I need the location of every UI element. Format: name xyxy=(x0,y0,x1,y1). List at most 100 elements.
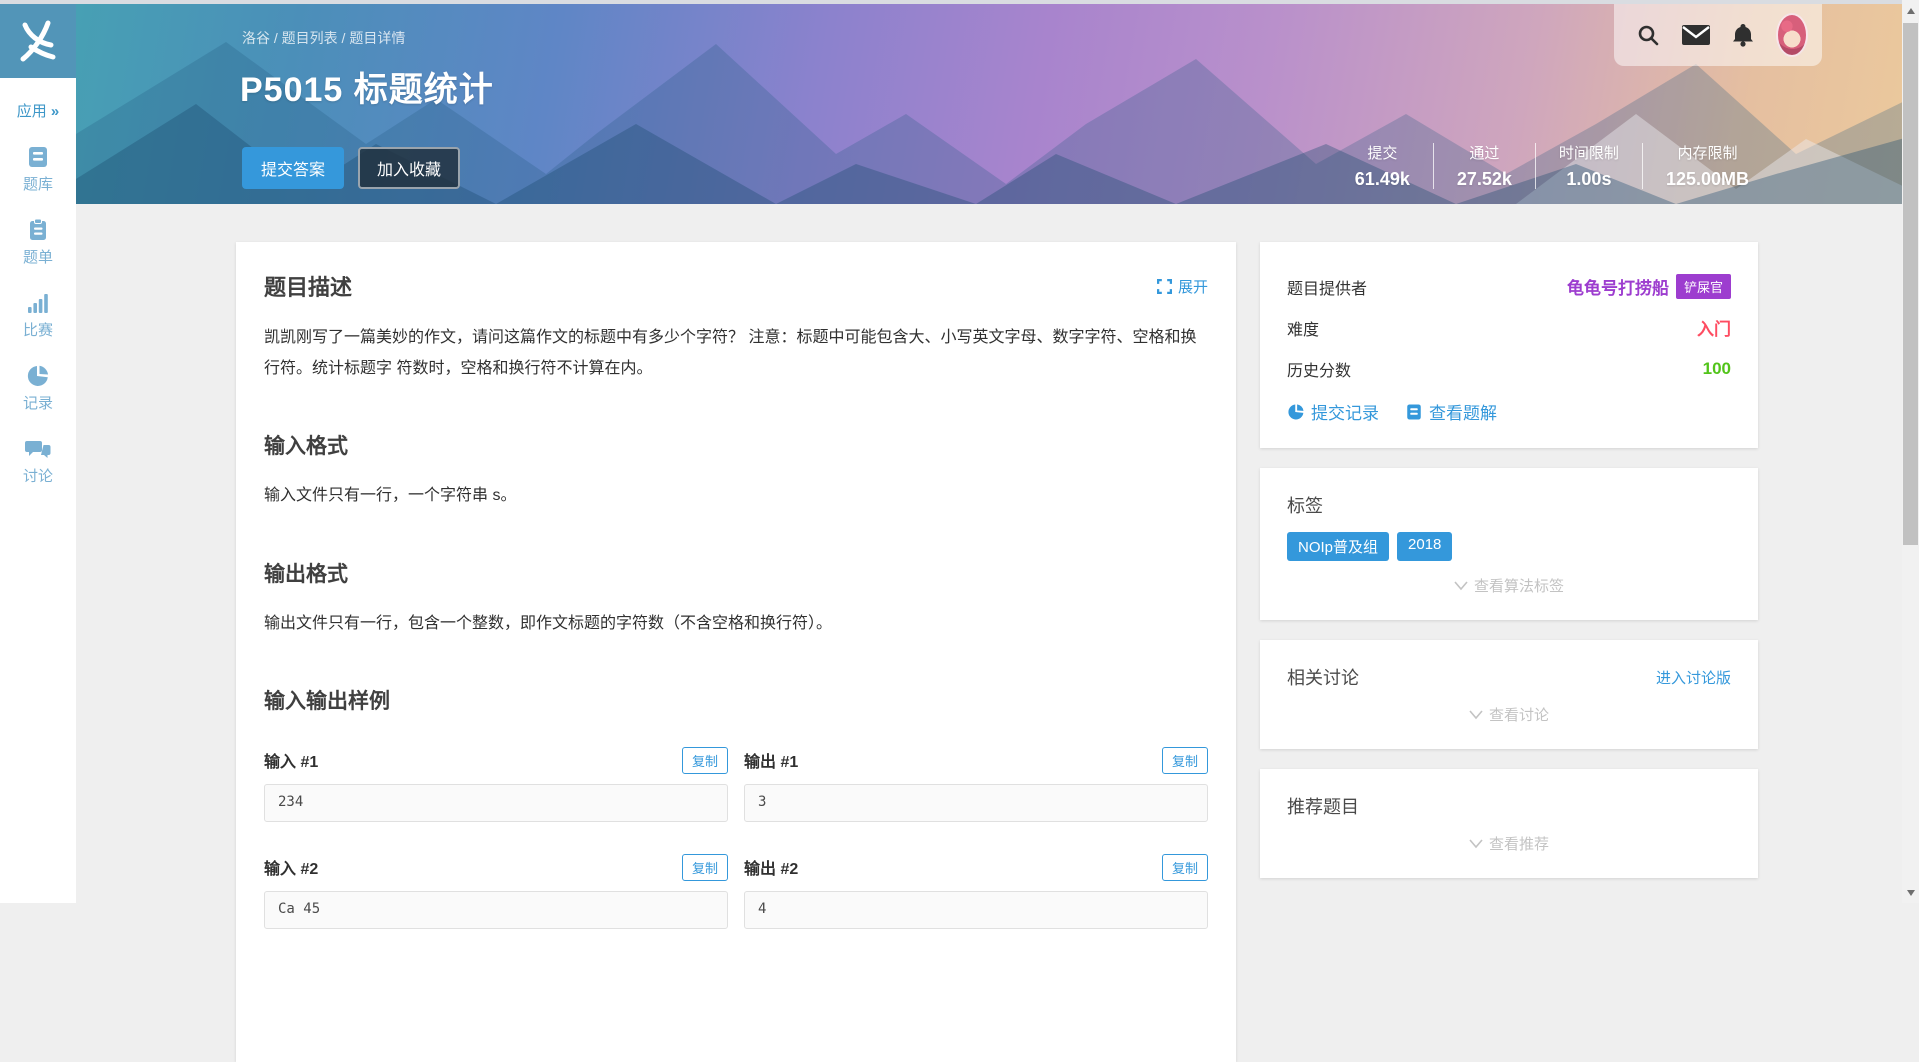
stat-value: 61.49k xyxy=(1355,169,1410,190)
samples-title: 输入输出样例 xyxy=(264,685,1208,715)
submit-answer-button[interactable]: 提交答案 xyxy=(242,147,344,189)
app-sidebar: 应用 » 题库 题单 xyxy=(0,4,76,903)
pie-chart-icon xyxy=(1287,403,1305,421)
sidebar-item-label: 记录 xyxy=(23,392,53,413)
sample-input-1: 输入 #1 复制 234 xyxy=(264,715,728,822)
sample-output-1-label: 输出 #1 xyxy=(744,748,798,772)
expand-label: 展开 xyxy=(1178,276,1208,297)
samples-grid: 输入 #1 复制 234 输出 #1 复制 3 输入 #2 复制 Ca 45 xyxy=(264,715,1208,929)
stat-value: 1.00s xyxy=(1559,169,1619,190)
sidebar-item-records[interactable]: 记录 xyxy=(0,364,76,413)
description-text: 凯凯刚写了一篇美妙的作文，请问这篇作文的标题中有多少个字符？ 注意：标题中可能包… xyxy=(264,322,1208,384)
sidebar-item-contests[interactable]: 比赛 xyxy=(0,291,76,340)
provider-row: 题目提供者 龟龟号打捞船 铲屎官 xyxy=(1287,266,1731,307)
description-header: 题目描述 展开 xyxy=(264,270,1208,302)
tag-item[interactable]: 2018 xyxy=(1397,532,1452,561)
stat-label: 时间限制 xyxy=(1559,142,1619,163)
page-top-strip xyxy=(0,0,1919,4)
search-icon[interactable] xyxy=(1636,23,1660,47)
page-content: 题目描述 展开 凯凯刚写了一篇美妙的作文，请问这篇作文的标题中有多少个字符？ 注… xyxy=(76,204,1902,903)
apps-label: 应用 xyxy=(17,103,47,120)
tag-item[interactable]: NOIp普及组 xyxy=(1287,532,1389,561)
enter-discussion-link[interactable]: 进入讨论版 xyxy=(1656,667,1731,688)
sample-output-2: 输出 #2 复制 4 xyxy=(744,822,1208,929)
provider-label: 题目提供者 xyxy=(1287,275,1367,299)
difficulty-row: 难度 入门 xyxy=(1287,307,1731,348)
view-solution-link[interactable]: 查看题解 xyxy=(1405,399,1497,424)
problem-statement-card: 题目描述 展开 凯凯刚写了一篇美妙的作文，请问这篇作文的标题中有多少个字符？ 注… xyxy=(236,242,1236,1062)
mail-icon[interactable] xyxy=(1682,25,1710,45)
sidebar-item-discuss[interactable]: 讨论 xyxy=(0,437,76,486)
output-format-text: 输出文件只有一行，包含一个整数，即作文标题的字符数（不含空格和换行符）。 xyxy=(264,608,1208,639)
sidebar-item-label: 题库 xyxy=(23,173,53,194)
provider-badge: 铲屎官 xyxy=(1676,274,1731,299)
sidebar-item-problem-lists[interactable]: 题单 xyxy=(0,218,76,267)
stat-value: 27.52k xyxy=(1457,169,1512,190)
sample-input-2-code: Ca 45 xyxy=(264,891,728,929)
show-discussions-link[interactable]: 查看讨论 xyxy=(1287,704,1731,725)
more-label: 查看推荐 xyxy=(1489,833,1549,854)
bar-chart-icon xyxy=(26,291,50,315)
sample-output-2-label: 输出 #2 xyxy=(744,855,798,879)
sidebar-item-label: 比赛 xyxy=(23,319,53,340)
input-format-title: 输入格式 xyxy=(264,430,1208,460)
sample-output-1-code: 3 xyxy=(744,784,1208,822)
tags-title: 标签 xyxy=(1287,492,1731,518)
show-recommendations-link[interactable]: 查看推荐 xyxy=(1287,833,1731,854)
user-toolbar xyxy=(1614,4,1822,66)
add-favorite-button[interactable]: 加入收藏 xyxy=(358,147,460,189)
copy-button[interactable]: 复制 xyxy=(682,747,728,774)
problem-title: P5015 标题统计 xyxy=(240,62,494,111)
sidebar-item-label: 讨论 xyxy=(23,465,53,486)
stat-label: 通过 xyxy=(1457,142,1512,163)
tags-card: 标签 NOIp普及组 2018 查看算法标签 xyxy=(1260,468,1758,620)
problem-info-card: 题目提供者 龟龟号打捞船 铲屎官 难度 入门 历史分数 100 xyxy=(1260,242,1758,448)
output-format-title: 输出格式 xyxy=(264,558,1208,588)
problem-stats: 提交 61.49k 通过 27.52k 时间限制 1.00s 内存限制 125.… xyxy=(1332,142,1772,190)
discussion-title: 相关讨论 xyxy=(1287,664,1359,690)
show-algorithm-tags-link[interactable]: 查看算法标签 xyxy=(1287,575,1731,596)
scrollbar-thumb[interactable] xyxy=(1903,23,1918,545)
description-title: 题目描述 xyxy=(264,270,352,302)
chevron-down-icon xyxy=(1469,838,1483,849)
breadcrumb[interactable]: 洛谷 / 题目列表 / 题目详情 xyxy=(242,28,405,48)
recommend-card: 推荐题目 查看推荐 xyxy=(1260,769,1758,878)
book-icon xyxy=(1405,403,1423,421)
solution-link-label: 查看题解 xyxy=(1429,399,1497,424)
score-label: 历史分数 xyxy=(1287,357,1351,381)
expand-toggle[interactable]: 展开 xyxy=(1157,276,1208,297)
sample-input-2: 输入 #2 复制 Ca 45 xyxy=(264,822,728,929)
stat-memory-limit: 内存限制 125.00MB xyxy=(1643,142,1772,190)
stat-label: 内存限制 xyxy=(1666,142,1749,163)
stat-value: 125.00MB xyxy=(1666,169,1749,190)
more-label: 查看算法标签 xyxy=(1474,575,1564,596)
scroll-up-button[interactable] xyxy=(1902,2,1919,19)
copy-button[interactable]: 复制 xyxy=(682,854,728,881)
bell-icon[interactable] xyxy=(1732,23,1754,47)
tags-list: NOIp普及组 2018 xyxy=(1287,532,1731,561)
apps-toggle[interactable]: 应用 » xyxy=(0,100,76,121)
more-label: 查看讨论 xyxy=(1489,704,1549,725)
recommend-title: 推荐题目 xyxy=(1287,793,1731,819)
luogu-logo[interactable] xyxy=(0,4,76,78)
book-icon xyxy=(26,145,50,169)
score-value: 100 xyxy=(1703,359,1731,379)
scroll-down-button[interactable] xyxy=(1902,884,1919,901)
provider-name[interactable]: 龟龟号打捞船 xyxy=(1567,274,1669,299)
sidebar-item-problems[interactable]: 题库 xyxy=(0,145,76,194)
double-chevron-right-icon: » xyxy=(51,103,59,120)
stat-submissions: 提交 61.49k xyxy=(1332,142,1433,190)
copy-button[interactable]: 复制 xyxy=(1162,747,1208,774)
chevron-down-icon xyxy=(1454,580,1468,591)
copy-button[interactable]: 复制 xyxy=(1162,854,1208,881)
user-avatar[interactable] xyxy=(1776,13,1808,57)
vertical-scrollbar xyxy=(1902,0,1919,903)
pie-chart-icon xyxy=(26,364,50,388)
sample-output-2-code: 4 xyxy=(744,891,1208,929)
difficulty-label: 难度 xyxy=(1287,316,1319,340)
stat-accepted: 通过 27.52k xyxy=(1434,142,1535,190)
stat-time-limit: 时间限制 1.00s xyxy=(1536,142,1642,190)
input-format-text: 输入文件只有一行，一个字符串 s。 xyxy=(264,480,1208,511)
sample-input-1-label: 输入 #1 xyxy=(264,748,318,772)
submission-records-link[interactable]: 提交记录 xyxy=(1287,399,1379,424)
